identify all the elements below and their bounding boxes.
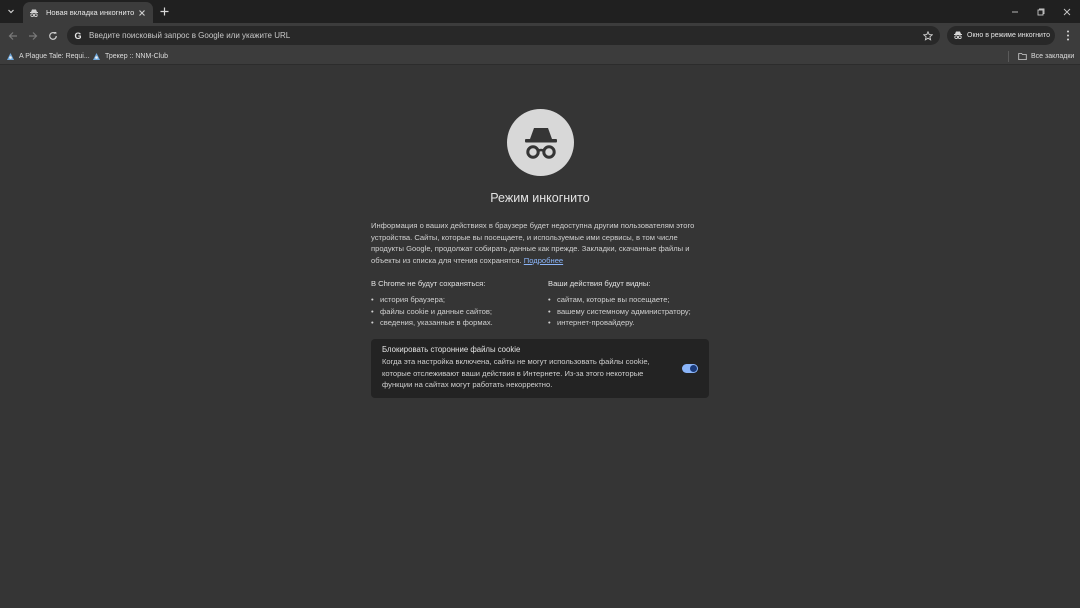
not-saved-list: история браузера; файлы cookie и данные … <box>371 294 541 329</box>
chevron-down-icon <box>8 9 14 14</box>
back-button[interactable] <box>6 29 19 42</box>
list-item: интернет-провайдеру. <box>548 317 718 329</box>
folder-icon <box>1018 52 1027 61</box>
reload-icon <box>48 31 57 40</box>
visible-to-heading: Ваши действия будут видны: <box>548 279 651 288</box>
bookmark-item[interactable]: A Plague Tale: Requi... <box>6 51 90 62</box>
minimize-button[interactable] <box>1002 0 1028 23</box>
close-icon <box>1063 8 1071 15</box>
page-title: Режим инкогнито <box>490 191 590 205</box>
close-tab-icon[interactable] <box>137 8 147 18</box>
reload-button[interactable] <box>46 29 59 42</box>
address-placeholder: Введите поисковый запрос в Google или ук… <box>89 31 291 40</box>
incognito-icon <box>953 27 963 45</box>
bookmark-label: A Plague Tale: Requi... <box>19 53 90 60</box>
toggle-knob <box>690 365 697 372</box>
more-vert-icon <box>1067 30 1069 41</box>
tab-title: Новая вкладка инкогнито <box>46 8 135 17</box>
minimize-icon <box>1012 11 1018 12</box>
cookie-card-title: Блокировать сторонние файлы cookie <box>382 345 521 354</box>
visible-to-section: Ваши действия будут видны: сайтам, котор… <box>548 279 718 329</box>
bookmark-favicon-icon <box>92 52 101 61</box>
list-item: история браузера; <box>371 294 541 306</box>
all-bookmarks-button[interactable]: Все закладки <box>1018 51 1074 62</box>
incognito-page: Режим инкогнито Информация о ваших дейст… <box>0 66 1080 608</box>
block-cookies-toggle[interactable] <box>682 364 698 373</box>
bookmark-label: Трекер :: NNM-Club <box>105 53 169 60</box>
bookmark-item[interactable]: Трекер :: NNM-Club <box>92 51 168 62</box>
bookmarks-divider <box>1008 51 1009 62</box>
window-controls <box>1002 0 1080 23</box>
forward-button[interactable] <box>26 29 39 42</box>
title-bar: Новая вкладка инкогнито <box>0 0 1080 23</box>
close-window-button[interactable] <box>1054 0 1080 23</box>
incognito-chip-label: Окно в режиме инкогнито <box>967 32 1050 39</box>
list-item: сайтам, которые вы посещаете; <box>548 294 718 306</box>
bookmark-favicon-icon <box>6 52 15 61</box>
list-item: файлы cookie и данные сайтов; <box>371 306 541 318</box>
incognito-hero-icon <box>507 109 574 176</box>
learn-more-link[interactable]: Подробнее <box>524 256 563 265</box>
list-item: сведения, указанные в формах. <box>371 317 541 329</box>
toolbar: G Введите поисковый запрос в Google или … <box>0 23 1080 48</box>
menu-button[interactable] <box>1062 29 1074 42</box>
not-saved-heading: В Chrome не будут сохраняться: <box>371 279 486 288</box>
google-icon: G <box>74 30 82 41</box>
incognito-icon <box>29 8 39 18</box>
bookmarks-bar: A Plague Tale: Requi... Трекер :: NNM-Cl… <box>0 48 1080 65</box>
plus-icon <box>160 7 168 15</box>
cookie-card-text: Когда эта настройка включена, сайты не м… <box>382 357 650 389</box>
tab-search-button[interactable] <box>4 4 18 18</box>
restore-button[interactable] <box>1028 0 1054 23</box>
incognito-window-chip[interactable]: Окно в режиме инкогнито <box>947 26 1055 45</box>
arrow-left-icon <box>8 31 17 40</box>
restore-icon <box>1037 8 1045 15</box>
list-item: вашему системному администратору; <box>548 306 718 318</box>
third-party-cookies-card: Блокировать сторонние файлы cookie Когда… <box>371 339 709 398</box>
arrow-right-icon <box>28 31 37 40</box>
active-tab[interactable]: Новая вкладка инкогнито <box>23 2 153 23</box>
new-tab-button[interactable] <box>158 5 170 17</box>
incognito-description: Информация о ваших действиях в браузере … <box>371 220 711 266</box>
visible-to-list: сайтам, которые вы посещаете; вашему сис… <box>548 294 718 329</box>
address-bar[interactable]: G Введите поисковый запрос в Google или … <box>67 26 940 45</box>
all-bookmarks-label: Все закладки <box>1031 53 1075 60</box>
not-saved-section: В Chrome не будут сохраняться: история б… <box>371 279 541 329</box>
bookmark-star-icon[interactable] <box>922 30 934 42</box>
